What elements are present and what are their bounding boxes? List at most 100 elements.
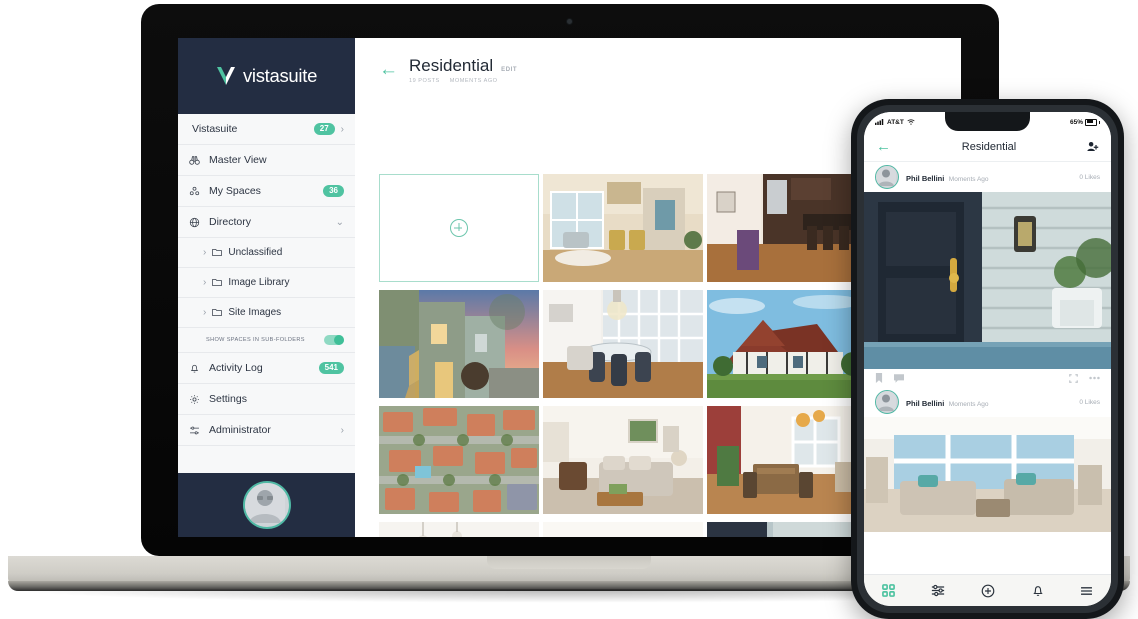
photo-tile[interactable]: [379, 406, 539, 514]
phone-screen: AT&T 65% ← Residential Phil Bellini Mome…: [864, 112, 1111, 606]
sidebar-item-label: Administrator: [209, 424, 271, 436]
photo-tile[interactable]: [543, 522, 703, 537]
sidebar-item-label: Vistasuite: [192, 123, 238, 135]
folder-icon: [212, 278, 223, 287]
folder-icon: [212, 308, 223, 317]
photo-tile[interactable]: [379, 522, 539, 537]
sidebar-item-label: My Spaces: [209, 185, 261, 197]
sidebar-user-avatar-area[interactable]: [178, 473, 355, 537]
battery-label: 65%: [1069, 118, 1083, 126]
sidebar-item-label: Activity Log: [209, 362, 263, 374]
avatar[interactable]: [242, 481, 291, 529]
edit-button[interactable]: EDIT: [501, 67, 517, 73]
post-count: 19 POSTS: [409, 78, 440, 84]
folder-label: Site Images: [228, 307, 282, 318]
battery-cap-icon: [1099, 120, 1100, 124]
comment-icon[interactable]: [894, 373, 904, 383]
post-photo[interactable]: [864, 417, 1111, 532]
expander-icon: ›: [203, 247, 207, 258]
post-time: Moments Ago: [948, 401, 989, 408]
carrier-label: AT&T: [887, 118, 904, 126]
sidebar-folder-site-images[interactable]: › Site Images: [178, 298, 355, 328]
post-author: Phil Bellini: [906, 174, 945, 183]
globe-icon: [189, 217, 206, 228]
battery-icon: [1085, 118, 1097, 126]
tab-bell-icon[interactable]: [1032, 584, 1044, 597]
tab-sliders-icon[interactable]: [931, 584, 945, 597]
expander-icon: ›: [203, 277, 207, 288]
sidebar-folder-image-library[interactable]: › Image Library: [178, 268, 355, 298]
add-photo-tile[interactable]: [379, 174, 539, 282]
show-spaces-toggle-row[interactable]: SHOW SPACES IN SUB-FOLDERS: [178, 328, 355, 353]
phone-notch: [945, 112, 1030, 131]
tab-plus-circle-icon[interactable]: [981, 584, 995, 598]
photo-tile[interactable]: [543, 406, 703, 514]
post-actions: [864, 369, 1111, 387]
folder-label: Unclassified: [228, 247, 283, 258]
photo-tile[interactable]: [707, 522, 867, 537]
updated-time: MOMENTS AGO: [449, 78, 498, 84]
sidebar-item-administrator[interactable]: Administrator ›: [178, 415, 355, 446]
back-button[interactable]: ←: [379, 60, 398, 79]
sidebar-item-label: Settings: [209, 393, 247, 405]
sidebar-nav: Vistasuite 27 › Master View My Spaces 36…: [178, 114, 355, 446]
app-logo-text: vistasuite: [242, 65, 318, 86]
photo-tile[interactable]: [707, 290, 867, 398]
photo-tile[interactable]: [543, 174, 703, 282]
more-icon[interactable]: [1089, 376, 1100, 380]
bell-icon: [189, 363, 206, 374]
post-photo[interactable]: [864, 192, 1111, 369]
account-badge: 27: [313, 123, 335, 135]
activity-log-badge: 541: [318, 362, 344, 374]
sidebar-item-account[interactable]: Vistasuite 27 ›: [178, 114, 355, 145]
laptop-screen: vistasuite Vistasuite 27 › Master View M…: [178, 38, 961, 537]
post-time: Moments Ago: [948, 176, 989, 183]
scene: vistasuite Vistasuite 27 › Master View M…: [0, 0, 1138, 619]
phone-tab-bar: [864, 574, 1111, 606]
add-user-icon[interactable]: [1087, 141, 1099, 152]
sidebar-item-directory[interactable]: Directory ⌄: [178, 207, 355, 238]
chevron-right-icon: ›: [340, 424, 344, 436]
phone-back-button[interactable]: ←: [876, 138, 891, 155]
page-title: Residential: [409, 56, 494, 75]
binoculars-icon: [189, 155, 206, 166]
photo-tile[interactable]: [707, 406, 867, 514]
sidebar-item-label: Directory: [209, 216, 252, 228]
app-logo[interactable]: vistasuite: [178, 38, 355, 114]
sliders-icon: [189, 425, 206, 436]
photo-tile[interactable]: [379, 290, 539, 398]
expander-icon: ›: [203, 307, 207, 318]
crop-icon[interactable]: [1069, 373, 1078, 383]
sidebar-item-activity-log[interactable]: Activity Log 541: [178, 353, 355, 384]
show-spaces-label: SHOW SPACES IN SUB-FOLDERS: [206, 337, 305, 343]
webcam-icon: [567, 19, 572, 24]
sidebar-folder-unclassified[interactable]: › Unclassified: [178, 238, 355, 268]
sidebar-item-label: Master View: [209, 154, 267, 166]
chevron-right-icon: ›: [340, 123, 344, 135]
vistasuite-logo-icon: [216, 65, 236, 87]
sidebar-item-settings[interactable]: Settings: [178, 384, 355, 415]
folder-label: Image Library: [228, 277, 290, 288]
show-spaces-toggle[interactable]: [324, 335, 344, 345]
bookmark-icon[interactable]: [875, 373, 883, 383]
tab-menu-icon[interactable]: [1080, 586, 1093, 596]
sidebar-item-master-view[interactable]: Master View: [178, 145, 355, 176]
avatar[interactable]: [875, 165, 899, 189]
post-author: Phil Bellini: [906, 399, 945, 408]
laptop-trackpad-notch: [487, 556, 651, 569]
sidebar-item-my-spaces[interactable]: My Spaces 36: [178, 176, 355, 207]
plus-icon: [450, 219, 468, 237]
tab-grid-icon[interactable]: [882, 584, 896, 597]
wifi-icon: [907, 119, 915, 125]
post-header: Phil Bellini Moments Ago 0 Likes: [864, 387, 1111, 417]
phone-header: ← Residential: [864, 132, 1111, 162]
gear-icon: [189, 394, 206, 405]
phone-page-title: Residential: [961, 140, 1017, 153]
folder-icon: [212, 248, 223, 257]
page-subtitle: 19 POSTS MOMENTS AGO: [409, 78, 517, 84]
photo-tile[interactable]: [707, 174, 867, 282]
signal-icon: [875, 119, 884, 125]
photo-tile[interactable]: [543, 290, 703, 398]
avatar[interactable]: [875, 390, 899, 414]
sidebar: vistasuite Vistasuite 27 › Master View M…: [178, 38, 355, 537]
